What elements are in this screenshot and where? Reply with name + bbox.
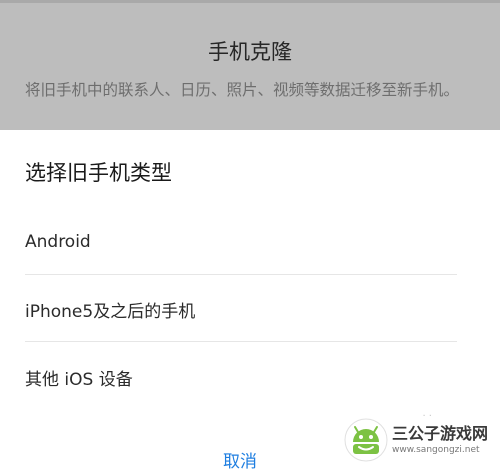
dimmed-background-page: 手机克隆 将旧手机中的联系人、日历、照片、视频等数据迁移至新手机。 <box>0 0 500 130</box>
option-iphone5-and-later[interactable]: iPhone5及之后的手机 <box>25 276 457 342</box>
site-watermark: 三公子游戏网 www.sangongzi.net <box>344 415 492 465</box>
option-other-ios[interactable]: 其他 iOS 设备 <box>25 344 457 410</box>
page-description: 将旧手机中的联系人、日历、照片、视频等数据迁移至新手机。 <box>25 81 460 99</box>
watermark-url: www.sangongzi.net <box>392 445 480 455</box>
watermark-text: 三公子游戏网 www.sangongzi.net <box>392 424 488 456</box>
watermark-name: 三公子游戏网 <box>392 424 489 443</box>
status-bar <box>0 0 500 3</box>
option-label: 其他 iOS 设备 <box>25 369 133 390</box>
option-label: iPhone5及之后的手机 <box>25 301 196 322</box>
option-label: Android <box>25 232 91 252</box>
sheet-title: 选择旧手机类型 <box>25 161 172 185</box>
phone-clone-screen: 手机克隆 将旧手机中的联系人、日历、照片、视频等数据迁移至新手机。 选择旧手机类… <box>0 0 500 469</box>
android-robot-icon <box>344 418 388 462</box>
cancel-button[interactable]: 取消 <box>200 447 280 469</box>
divider <box>25 274 457 275</box>
divider <box>25 341 457 342</box>
option-android[interactable]: Android <box>25 209 457 275</box>
page-title: 手机克隆 <box>208 40 292 64</box>
